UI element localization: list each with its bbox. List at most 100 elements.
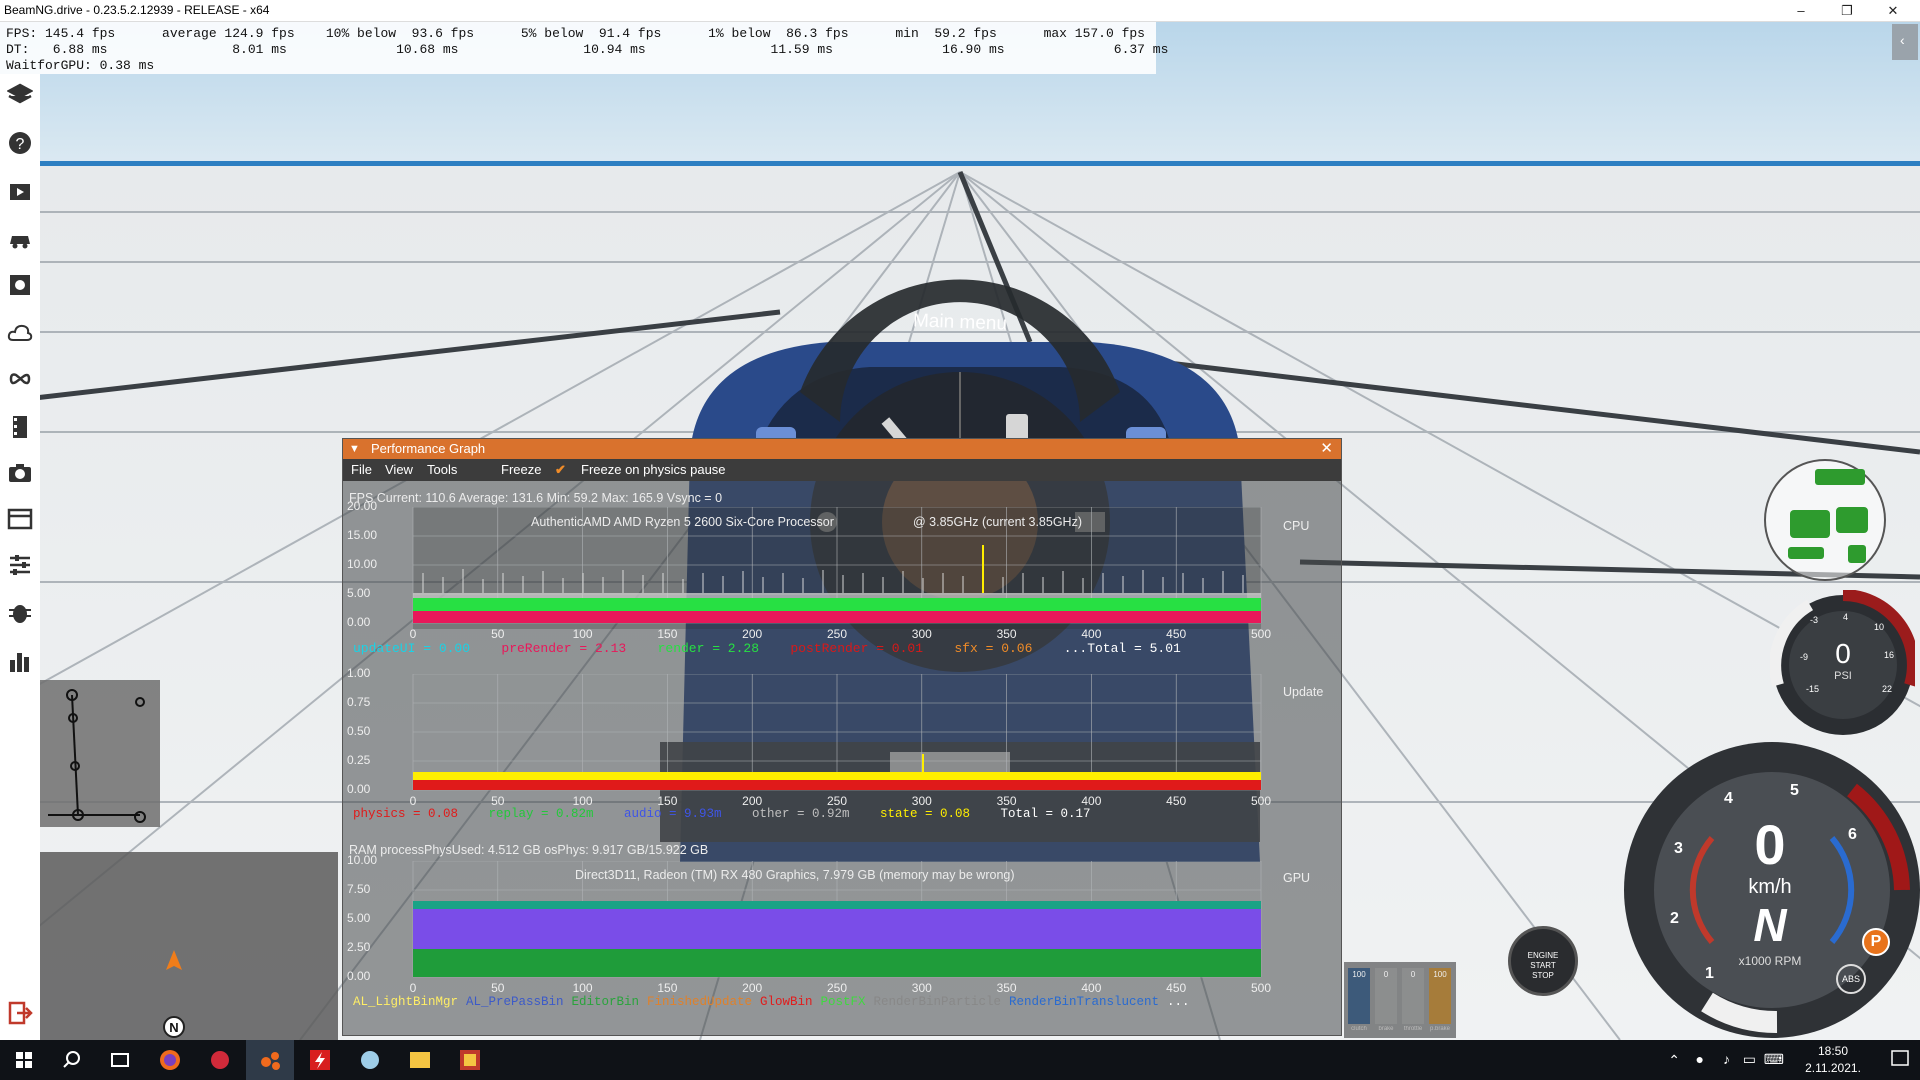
close-window-button[interactable]: ✕ bbox=[1870, 0, 1916, 22]
beamng-taskbar-icon[interactable] bbox=[246, 1040, 294, 1080]
menu-file[interactable]: File bbox=[351, 459, 372, 481]
y-tick-label: 10.00 bbox=[347, 853, 378, 867]
performance-graph-window[interactable]: ▼ Performance Graph ✕ File View Tools Fr… bbox=[342, 438, 1342, 1036]
rpm-tick-label: 4 bbox=[1724, 790, 1733, 807]
firefox-icon[interactable] bbox=[146, 1040, 194, 1080]
x-tick-label: 450 bbox=[1166, 627, 1187, 641]
ui-apps-icon[interactable] bbox=[7, 506, 33, 532]
legend-entry: ... bbox=[1167, 995, 1190, 1009]
x-tick-label: 100 bbox=[572, 794, 593, 808]
legend-entry: FinishedUpdate bbox=[647, 995, 753, 1009]
clock-date[interactable]: 2.11.2021. bbox=[1798, 1061, 1868, 1075]
x-tick-label: 350 bbox=[996, 627, 1017, 641]
debug-icon[interactable] bbox=[7, 600, 33, 626]
stats-icon[interactable] bbox=[7, 648, 33, 674]
app-red-icon[interactable] bbox=[196, 1040, 244, 1080]
freeze-button[interactable]: Freeze bbox=[501, 459, 541, 481]
boost-tick-label: -3 bbox=[1810, 615, 1819, 625]
loop-icon[interactable] bbox=[7, 366, 33, 392]
boost-tick-label: 22 bbox=[1882, 684, 1893, 694]
engine-start-stop-button[interactable]: ENGINE START STOP bbox=[1508, 926, 1578, 996]
legend-entry: state = 0.08 bbox=[880, 807, 971, 821]
menu-tools[interactable]: Tools bbox=[427, 459, 457, 481]
collapse-icon[interactable]: ▼ bbox=[349, 439, 360, 459]
x-tick-label: 0 bbox=[409, 627, 417, 641]
legend-entry: audio = 9.93m bbox=[624, 807, 722, 821]
help-icon[interactable]: ? bbox=[7, 130, 33, 156]
x-tick-label: 150 bbox=[657, 794, 678, 808]
pedal-label: p.brake bbox=[1429, 1026, 1450, 1032]
fps-line: FPS: 145.4 fps average 124.9 fps 10% bel… bbox=[6, 26, 1145, 41]
app-grid-icon[interactable] bbox=[446, 1040, 494, 1080]
x-tick-label: 350 bbox=[996, 794, 1017, 808]
perf-menubar: File View Tools Freeze ✔ Freeze on physi… bbox=[343, 459, 1341, 481]
windows-start-icon[interactable] bbox=[0, 1040, 48, 1080]
options-icon[interactable] bbox=[7, 552, 33, 578]
y-tick-label: 0.00 bbox=[347, 969, 371, 983]
x-tick-label: 0 bbox=[409, 981, 417, 995]
rpm-tick-label: 5 bbox=[1790, 782, 1799, 799]
skeleton-widget bbox=[40, 680, 160, 827]
freeze-physics-label[interactable]: Freeze on physics pause bbox=[581, 459, 726, 481]
environment-icon[interactable] bbox=[7, 320, 33, 346]
x-tick-label: 500 bbox=[1250, 794, 1272, 808]
minimize-button[interactable]: – bbox=[1778, 0, 1824, 22]
cpu-name: AuthenticAMD AMD Ryzen 5 2600 Six-Core P… bbox=[531, 515, 834, 529]
x-tick-label: 300 bbox=[911, 981, 932, 995]
keyboard-icon[interactable]: ⌨ bbox=[1764, 1051, 1784, 1068]
pedal-value: 0 bbox=[1410, 970, 1416, 979]
update-graph bbox=[412, 674, 1262, 791]
legend-entry: render = 2.28 bbox=[657, 641, 760, 656]
y-tick-label: 20.00 bbox=[347, 499, 378, 513]
x-tick-label: 250 bbox=[826, 981, 848, 995]
x-tick-label: 50 bbox=[491, 981, 505, 995]
abs-indicator: ABS bbox=[1836, 964, 1866, 994]
y-tick-label: 0.00 bbox=[347, 782, 371, 796]
vehicle-config-icon[interactable] bbox=[7, 272, 33, 298]
clock-time[interactable]: 18:50 bbox=[1798, 1044, 1868, 1058]
steam-tray-icon[interactable]: ● bbox=[1696, 1051, 1704, 1067]
x-tick-label: 150 bbox=[657, 981, 678, 995]
task-view-icon[interactable] bbox=[96, 1040, 144, 1080]
tray-overflow-icon[interactable]: ⌃ bbox=[1668, 1052, 1680, 1069]
start-label: START bbox=[1530, 961, 1556, 970]
scenario-icon[interactable] bbox=[7, 178, 33, 204]
legend-entry: postRender = 0.01 bbox=[790, 641, 924, 656]
pedal-label: throttle bbox=[1403, 1026, 1423, 1032]
engine-status-gauge bbox=[1764, 459, 1886, 581]
volume-icon[interactable]: ♪ bbox=[1723, 1051, 1730, 1067]
layers-icon[interactable] bbox=[7, 82, 33, 108]
camera-icon[interactable] bbox=[7, 460, 33, 486]
app-globe-icon[interactable] bbox=[346, 1040, 394, 1080]
freeze-physics-checkbox-icon[interactable]: ✔ bbox=[555, 459, 566, 481]
y-tick-label: 1.00 bbox=[347, 666, 371, 680]
pedal-value: 100 bbox=[1352, 970, 1366, 979]
legend-entry: sfx = 0.06 bbox=[954, 641, 1033, 656]
network-icon[interactable]: ▭ bbox=[1743, 1051, 1756, 1068]
exit-icon[interactable] bbox=[7, 1000, 33, 1026]
file-explorer-icon[interactable] bbox=[396, 1040, 444, 1080]
x-tick-label: 500 bbox=[1250, 627, 1272, 641]
app-bolt-icon[interactable] bbox=[296, 1040, 344, 1080]
perf-close-icon[interactable]: ✕ bbox=[1320, 439, 1333, 459]
perf-window-header[interactable]: ▼ Performance Graph ✕ bbox=[343, 439, 1341, 459]
maximize-button[interactable]: ❐ bbox=[1824, 0, 1870, 22]
navigation-map[interactable]: N bbox=[40, 852, 338, 1040]
y-tick-label: 0.75 bbox=[347, 695, 371, 709]
vehicle-icon[interactable] bbox=[7, 226, 33, 252]
y-tick-label: 10.00 bbox=[347, 557, 378, 571]
legend-entry: GlowBin bbox=[760, 995, 813, 1009]
right-panel-toggle[interactable]: ‹ bbox=[1892, 24, 1918, 60]
search-icon[interactable] bbox=[48, 1040, 96, 1080]
x-tick-label: 100 bbox=[572, 981, 593, 995]
x-tick-label: 50 bbox=[491, 794, 505, 808]
window-titlebar: BeamNG.drive - 0.23.5.2.12939 - RELEASE … bbox=[0, 0, 1920, 22]
boost-tick-label: 16 bbox=[1884, 650, 1895, 660]
y-tick-label: 5.00 bbox=[347, 586, 371, 600]
replay-icon[interactable] bbox=[7, 414, 33, 440]
gear-indicator: N bbox=[1753, 899, 1787, 951]
menu-view[interactable]: View bbox=[385, 459, 413, 481]
boost-tick-label: 10 bbox=[1874, 622, 1885, 632]
notifications-icon[interactable] bbox=[1880, 1040, 1920, 1080]
window-title: BeamNG.drive - 0.23.5.2.12939 - RELEASE … bbox=[4, 3, 270, 17]
